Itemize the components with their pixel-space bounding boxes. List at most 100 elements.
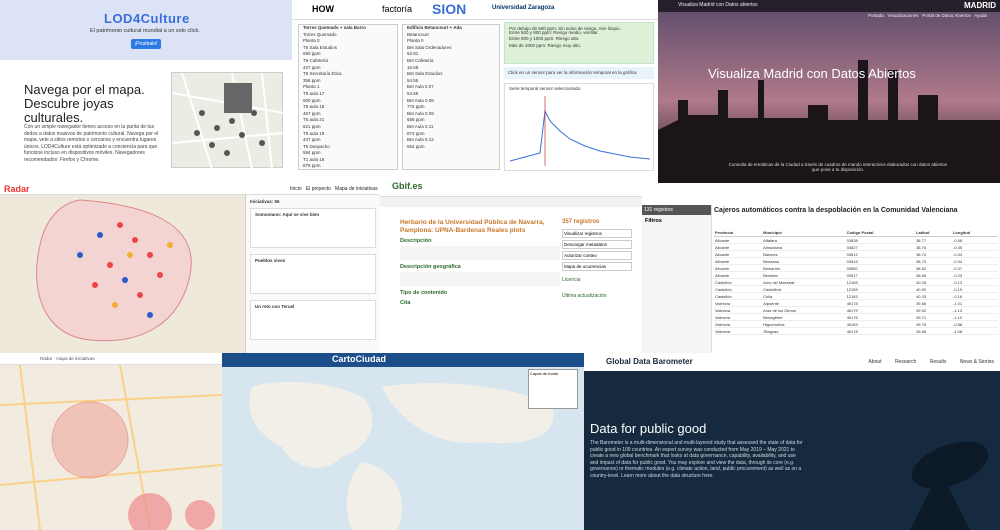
initiative-card[interactable]: Pueblos vivos [250,253,376,294]
tree-item[interactable]: 775 ppm [403,104,499,111]
tree-item[interactable]: Bet Cafetería [403,58,499,65]
sensor-tree-torres[interactable]: Torres Quemado + sala Barro Torres Quema… [298,24,398,170]
layer-switcher[interactable]: Capas de fondo [528,369,578,409]
tree-item[interactable]: 875 ppm [299,163,397,170]
tree-title: Torres Quemado + sala Barro [303,25,366,30]
table-cell: 03812 [845,250,916,258]
nav-results[interactable]: Results [930,359,947,365]
nav-portal[interactable]: Portal de Datos Abiertos [922,13,971,18]
dataset-sidebar: 357 registros Visualizar registros Desca… [562,219,632,299]
tree-item[interactable]: 594 ppm [299,150,397,157]
gdb-nav: About Research Results News & Stories [856,359,994,365]
table-cell: 40.50 [915,285,952,293]
table-cell: 38.74 [915,250,952,258]
table-cell: Castellón [714,278,763,286]
tree-item[interactable]: Bet Aula 0.12 [403,137,499,144]
intro-paragraph: Con un simple navegador tienes acceso en… [24,124,159,163]
column-header[interactable]: Municipio [762,229,846,237]
authorize-link[interactable]: Autorizar conteo [562,251,632,260]
tree-item[interactable]: Bet Sala Ordenadores [403,45,499,52]
tree-item[interactable]: Betancourt [403,32,499,39]
tree-item[interactable]: 52.81 [403,51,499,58]
tree-item[interactable]: 467 ppm [299,111,397,118]
table-cell: Castellfort [762,285,846,293]
tree-item[interactable]: Bet Aula 0.11 [403,124,499,131]
tree-item[interactable]: Bet Aula 0.08 [403,98,499,105]
nav-proyecto[interactable]: El proyecto [306,186,331,192]
map-preview[interactable] [171,72,285,170]
sensor-tree-betancourt[interactable]: Edificio Betancourt + Ada Betancourt Plan… [402,24,500,170]
initiatives-panel: Iniciativas: 56 Somontano: Aquí se vive … [245,195,380,353]
tree-item[interactable]: 656 ppm [403,117,499,124]
tree-item[interactable]: T5 aula 18 [299,104,397,111]
global-data-barometer-screenshot: Global Data Barometer About Research Res… [584,353,1000,530]
column-header[interactable]: Código Postal [845,229,916,237]
tree-item[interactable]: T5 aula 19 [299,131,397,138]
tree-item[interactable]: 500 ppm [299,98,397,105]
initiative-card[interactable]: Somontano: Aquí se vive bien [250,207,376,248]
table-row: Valencia Alpuente 46178 39.88 -1.01 [714,299,998,307]
tree-item[interactable]: T5 Sala Estudios [299,45,397,52]
table-cell: Alicante [714,250,763,258]
table-cell: -1.08 [951,327,998,335]
table-cell: 38.82 [915,264,952,272]
tree-item[interactable]: 621 ppm [299,124,397,131]
table-cell: Alpuente [762,299,846,307]
column-header[interactable]: Latitud [915,229,952,237]
tree-item[interactable]: 356 ppm [299,78,397,85]
tree-item[interactable]: 873 ppm [403,131,499,138]
table-cell: 39.92 [915,306,952,314]
portal-header [642,183,1000,205]
gbif-logo: Gbif.es [392,181,423,191]
tree-item[interactable]: Bet Sala Estudios [403,71,499,78]
initiative-card[interactable]: Un reto con Teruel [250,299,376,340]
tree-item[interactable]: 554 ppm [403,144,499,151]
nav-news[interactable]: News & Stories [960,359,994,365]
nav-research[interactable]: Research [895,359,916,365]
tree-item[interactable]: T6 Cafetería [299,58,397,65]
download-meta-link[interactable]: Descargar metadatos [562,240,632,249]
tree-item[interactable]: T5 Despacho [299,144,397,151]
tree-item[interactable]: Bet Aula 0.09 [403,111,499,118]
try-button[interactable]: ¡Pruébalo! [131,39,161,49]
tree-item[interactable]: 447 ppm [299,137,397,144]
view-records-link[interactable]: Visualizar registros [562,229,632,238]
tree-item[interactable]: Torres Quemado [299,32,397,39]
column-header[interactable]: Longitud [951,229,998,237]
tree-item[interactable]: Planta 1 [299,84,397,91]
tree-item[interactable]: T1 aula 18 [299,157,397,164]
nav-visualizaciones[interactable]: Visualizaciones [888,13,919,18]
timeseries-chart[interactable]: Serie temporal sensor seleccionado [504,83,654,171]
nav-mapa[interactable]: Mapa de iniciativas [335,186,378,192]
tree-item[interactable]: Planta 0 [299,38,397,45]
data-table[interactable]: Provincia Municipio Código Postal Latitud Lo… [714,229,998,351]
tree-item[interactable]: 16.58 [403,65,499,72]
initiatives-map[interactable] [0,195,245,353]
tree-item[interactable]: T5 Secretaría Ética [299,71,397,78]
tree-item[interactable]: T5 aula 21 [299,117,397,124]
regional-map[interactable] [0,365,222,530]
table-cell: 46179 [845,306,916,314]
tree-item[interactable]: 690 ppm [299,51,397,58]
map-link[interactable]: Mapa de ocurrencias [562,262,632,271]
nav-about[interactable]: About [868,359,881,365]
table-cell: 12159 [845,285,916,293]
tree-item[interactable]: T5 aula 17 [299,91,397,98]
table-cell: Alicante [714,264,763,272]
risk-line: Entre 500 y 800 ppm: Riesgo medio, venti… [509,29,599,35]
column-header[interactable]: Provincia [714,229,763,237]
tree-item[interactable]: Bet Aula 0.07 [403,84,499,91]
table-cell: 46176 [845,313,916,321]
tree-item[interactable]: 54.56 [403,91,499,98]
chart-title: Serie temporal sensor seleccionado [509,86,581,91]
table-cell: -1.10 [951,313,998,321]
table-cell: 46178 [845,327,916,335]
nav-ayuda[interactable]: Ayuda [974,13,987,18]
radar-screenshot: Radar Inicio El proyecto Mapa de iniciat… [0,183,380,353]
table-cell: 39.86 [915,327,952,335]
nav-portada[interactable]: Portada [868,13,884,18]
table-cell: 03850 [845,264,916,272]
nav-inicio[interactable]: Inicio [290,186,302,192]
tree-item[interactable]: Planta 0 [403,38,499,45]
tree-item[interactable]: 54.55 [403,78,499,85]
